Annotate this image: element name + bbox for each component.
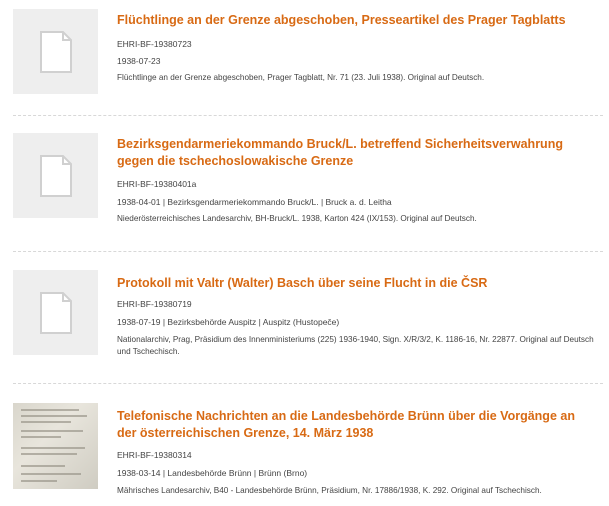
document-list: Flüchtlinge an der Grenze abgeschoben, P…	[0, 0, 609, 506]
item-meta: 1938-04-01 | Bezirksgendarmeriekommando …	[117, 197, 392, 207]
item-meta: 1938-07-19 | Bezirksbehörde Auspitz | Au…	[117, 317, 340, 327]
item-title[interactable]: Flüchtlinge an der Grenze abgeschoben, P…	[117, 12, 597, 29]
document-placeholder-icon[interactable]	[13, 9, 98, 94]
item-title[interactable]: Telefonische Nachrichten an die Landesbe…	[117, 408, 597, 442]
item-id: EHRI-BF-19380723	[117, 39, 192, 49]
item-separator	[13, 251, 603, 252]
item-title[interactable]: Bezirksgendarmeriekommando Bruck/L. betr…	[117, 136, 597, 170]
item-description: Niederösterreichisches Landesarchiv, BH-…	[117, 214, 477, 223]
document-placeholder-icon[interactable]	[13, 133, 98, 218]
item-id: EHRI-BF-19380314	[117, 450, 192, 460]
item-title[interactable]: Protokoll mit Valtr (Walter) Basch über …	[117, 275, 597, 292]
item-description: Mährisches Landesarchiv, B40 - Landesbeh…	[117, 486, 542, 495]
item-description: Nationalarchiv, Prag, Präsidium des Inne…	[117, 335, 594, 356]
item-description: Flüchtlinge an der Grenze abgeschoben, P…	[117, 73, 485, 82]
document-placeholder-icon[interactable]	[13, 270, 98, 355]
item-separator	[13, 383, 603, 384]
item-id: EHRI-BF-19380401a	[117, 179, 197, 189]
item-meta: 1938-07-23	[117, 56, 161, 66]
item-id: EHRI-BF-19380719	[117, 299, 192, 309]
item-separator	[13, 115, 603, 116]
item-meta: 1938-03-14 | Landesbehörde Brünn | Brünn…	[117, 468, 308, 478]
document-scan-thumbnail[interactable]	[13, 403, 98, 489]
